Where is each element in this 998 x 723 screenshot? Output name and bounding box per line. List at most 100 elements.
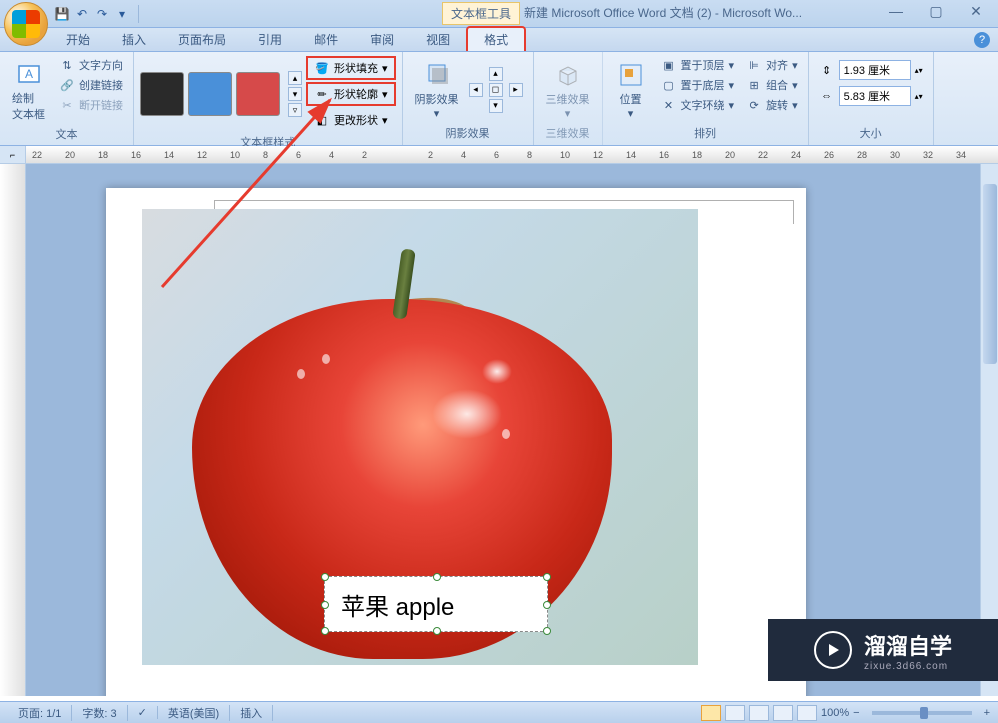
zoom-slider[interactable]	[872, 711, 972, 715]
tab-page-layout[interactable]: 页面布局	[162, 28, 242, 51]
bring-front-button[interactable]: ▣置于顶层 ▾	[657, 56, 739, 74]
context-tab-label: 文本框工具	[442, 2, 520, 25]
zoom-out-button[interactable]: −	[853, 707, 859, 719]
tab-review[interactable]: 审阅	[354, 28, 410, 51]
group-button[interactable]: ⊞组合 ▾	[742, 76, 802, 94]
resize-handle-n[interactable]	[433, 573, 441, 581]
style-row-up[interactable]: ▴	[288, 71, 302, 85]
zoom-slider-thumb[interactable]	[920, 707, 928, 719]
redo-icon[interactable]: ↷	[94, 6, 110, 22]
draw-textbox-button[interactable]: A 绘制 文本框	[6, 56, 51, 124]
tab-home[interactable]: 开始	[50, 28, 106, 51]
dropdown-icon: ▾	[382, 88, 388, 101]
tab-references[interactable]: 引用	[242, 28, 298, 51]
style-more-button[interactable]: ▿	[288, 103, 302, 117]
status-words[interactable]: 字数: 3	[72, 705, 127, 721]
view-print-layout[interactable]	[701, 705, 721, 721]
align-button[interactable]: ⊫对齐 ▾	[742, 56, 802, 74]
spinner-icon[interactable]: ▴▾	[915, 92, 923, 101]
group-size-label: 大小	[815, 123, 927, 143]
text-box-content[interactable]: 苹果 apple	[341, 587, 454, 622]
resize-handle-ne[interactable]	[543, 573, 551, 581]
shadow-nudge-right[interactable]: ▸	[509, 83, 523, 97]
apple-detail	[297, 369, 305, 379]
zoom-level[interactable]: 100%	[821, 707, 849, 719]
status-proof-icon[interactable]: ✓	[128, 706, 158, 719]
group-shadow: 阴影效果 ▾ ▴ ◂◻▸ ▾ 阴影效果	[403, 52, 534, 145]
scrollbar-vertical[interactable]	[980, 164, 998, 696]
apple-detail	[482, 359, 512, 384]
text-box[interactable]: 苹果 apple	[324, 576, 548, 632]
view-full-screen[interactable]	[725, 705, 745, 721]
qat-dropdown-icon[interactable]: ▾	[114, 6, 130, 22]
shadow-effects-button[interactable]: 阴影效果 ▾	[409, 56, 465, 123]
ruler-vertical[interactable]	[0, 164, 26, 696]
shape-outline-button[interactable]: ✏形状轮廓 ▾	[306, 82, 396, 106]
style-swatch-red[interactable]	[236, 72, 280, 116]
group-text-label: 文本	[6, 124, 127, 144]
document-canvas[interactable]: 苹果 apple	[26, 164, 998, 696]
rotate-button[interactable]: ⟳旋转 ▾	[742, 96, 802, 114]
dropdown-icon: ▾	[565, 107, 571, 120]
width-input[interactable]: 5.83 厘米	[839, 86, 911, 106]
status-language[interactable]: 英语(美国)	[158, 705, 230, 721]
ribbon: A 绘制 文本框 ⇅文字方向 🔗创建链接 ✂断开链接 文本 ▴ ▾ ▿ �	[0, 52, 998, 146]
close-button[interactable]: ✕	[956, 0, 996, 22]
tab-view[interactable]: 视图	[410, 28, 466, 51]
maximize-button[interactable]: ▢	[916, 0, 956, 22]
resize-handle-sw[interactable]	[321, 627, 329, 635]
zoom-in-button[interactable]: +	[984, 707, 990, 719]
style-swatch-blue[interactable]	[188, 72, 232, 116]
shadow-toggle[interactable]: ◻	[489, 83, 503, 97]
resize-handle-e[interactable]	[543, 601, 551, 609]
tab-insert[interactable]: 插入	[106, 28, 162, 51]
break-link-icon: ✂	[59, 97, 75, 113]
play-icon	[814, 631, 852, 669]
view-outline[interactable]	[773, 705, 793, 721]
text-wrap-button[interactable]: ✕文字环绕 ▾	[657, 96, 739, 114]
apple-detail	[502, 429, 510, 439]
position-button[interactable]: 位置 ▾	[609, 56, 653, 123]
create-link-button[interactable]: 🔗创建链接	[55, 76, 127, 94]
status-mode[interactable]: 插入	[230, 705, 273, 721]
tab-format[interactable]: 格式	[466, 26, 526, 51]
view-web-layout[interactable]	[749, 705, 769, 721]
document-area: 苹果 apple	[0, 164, 998, 696]
change-shape-icon: ◧	[314, 112, 330, 128]
send-back-button[interactable]: ▢置于底层 ▾	[657, 76, 739, 94]
change-shape-button[interactable]: ◧更改形状 ▾	[306, 108, 396, 132]
ruler-corner[interactable]: ⌐	[0, 146, 26, 163]
minimize-button[interactable]: —	[876, 0, 916, 22]
shadow-nudge-left[interactable]: ◂	[469, 83, 483, 97]
text-direction-button[interactable]: ⇅文字方向	[55, 56, 127, 74]
shape-fill-button[interactable]: 🪣形状填充 ▾	[306, 56, 396, 80]
resize-handle-w[interactable]	[321, 601, 329, 609]
height-input[interactable]: 1.93 厘米	[839, 60, 911, 80]
title-bar: 💾 ↶ ↷ ▾ 文本框工具 新建 Microsoft Office Word 文…	[0, 0, 998, 28]
view-draft[interactable]	[797, 705, 817, 721]
style-swatch-black[interactable]	[140, 72, 184, 116]
undo-icon[interactable]: ↶	[74, 6, 90, 22]
resize-handle-s[interactable]	[433, 627, 441, 635]
send-back-icon: ▢	[661, 77, 677, 93]
group-styles: ▴ ▾ ▿ 🪣形状填充 ▾ ✏形状轮廓 ▾ ◧更改形状 ▾ 文本框样式	[134, 52, 403, 145]
group-icon: ⊞	[746, 77, 762, 93]
office-button[interactable]	[4, 2, 48, 46]
spinner-icon[interactable]: ▴▾	[915, 66, 923, 75]
shadow-icon	[421, 59, 453, 91]
ruler-h-scale[interactable]: 2220181614121086422468101214161820222426…	[26, 146, 998, 163]
3d-effects-button[interactable]: 三维效果 ▾	[540, 56, 596, 123]
apple-detail	[432, 389, 502, 439]
resize-handle-nw[interactable]	[321, 573, 329, 581]
save-icon[interactable]: 💾	[54, 6, 70, 22]
status-page[interactable]: 页面: 1/1	[8, 705, 72, 721]
tab-mailings[interactable]: 邮件	[298, 28, 354, 51]
bring-front-icon: ▣	[661, 57, 677, 73]
shadow-nudge-down[interactable]: ▾	[489, 99, 503, 113]
shadow-nudge-up[interactable]: ▴	[489, 67, 503, 81]
help-icon[interactable]: ?	[974, 32, 990, 48]
style-row-down[interactable]: ▾	[288, 87, 302, 101]
resize-handle-se[interactable]	[543, 627, 551, 635]
break-link-button[interactable]: ✂断开链接	[55, 96, 127, 114]
scrollbar-thumb[interactable]	[983, 184, 997, 364]
